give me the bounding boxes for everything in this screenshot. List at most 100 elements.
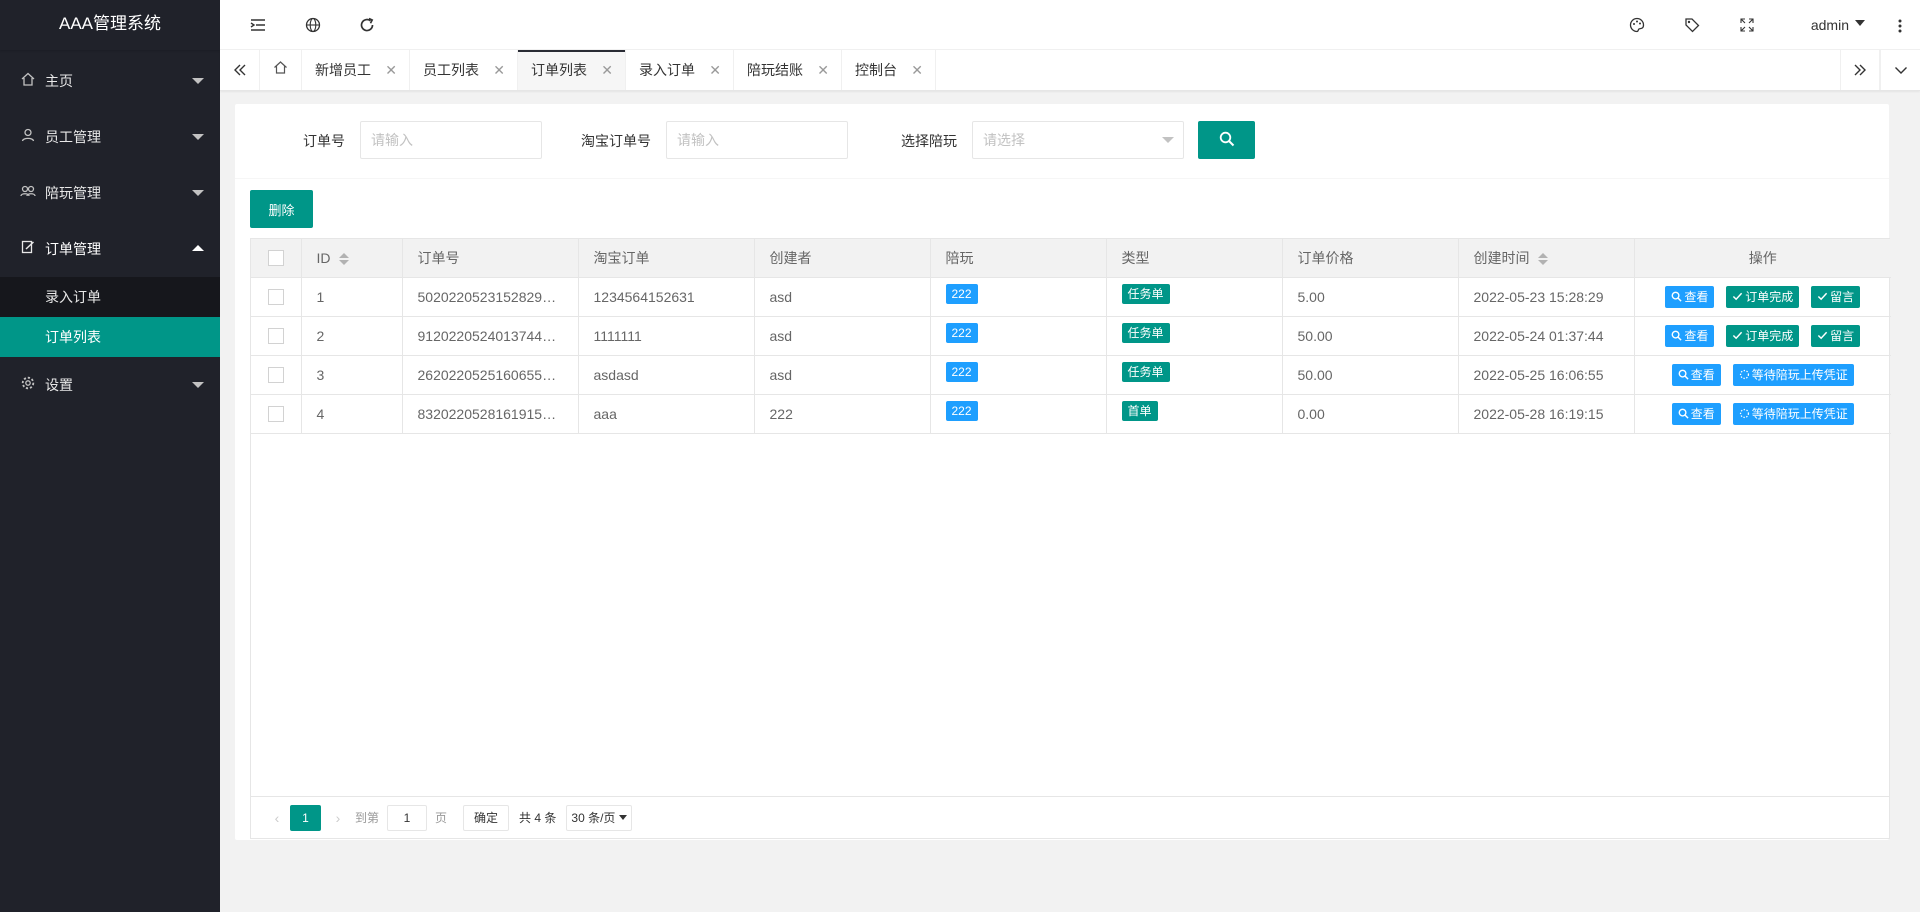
top-header: admin: [220, 0, 1920, 50]
page-size-value: 30 条/页: [571, 810, 616, 825]
sidebar-item-label: 设置: [45, 377, 73, 393]
taobao-order-input[interactable]: [666, 121, 848, 159]
cell-price: 0.00: [1282, 394, 1459, 434]
await-proof-button[interactable]: 等待陪玩上传凭证: [1732, 363, 1854, 386]
column-header-created[interactable]: 创建时间: [1458, 239, 1635, 278]
column-header-player: 陪玩: [930, 239, 1107, 278]
player-select[interactable]: [972, 121, 1184, 159]
sidebar-item-home[interactable]: 主页: [0, 53, 220, 109]
tag-icon[interactable]: [1667, 0, 1717, 50]
refresh-icon[interactable]: [342, 0, 392, 50]
cell-type: 任务单: [1106, 355, 1283, 395]
cell-price: 50.00: [1282, 355, 1459, 395]
page-size-select[interactable]: 30 条/页: [566, 804, 633, 831]
cell-id: 4: [301, 394, 403, 434]
user-menu[interactable]: admin: [1811, 0, 1865, 50]
cell-id: 1: [301, 277, 403, 317]
sidebar-item-orders[interactable]: 订单管理: [0, 221, 220, 277]
close-icon[interactable]: ✕: [817, 50, 829, 90]
complete-order-button[interactable]: 订单完成: [1726, 285, 1800, 308]
sidebar-item-staff[interactable]: 员工管理: [0, 109, 220, 165]
cell-id: 3: [301, 355, 403, 395]
view-button[interactable]: 查看: [1671, 402, 1721, 425]
tab-label: 员工列表: [423, 62, 479, 78]
cell-player: 222: [930, 355, 1107, 395]
await-proof-button[interactable]: 等待陪玩上传凭证: [1732, 402, 1854, 425]
button-label: 查看: [1684, 329, 1709, 343]
row-checkbox[interactable]: [267, 328, 284, 345]
cell-order-no: 5020220523152829…: [402, 277, 579, 317]
select-arrow-icon: [1162, 137, 1174, 143]
column-header-type: 类型: [1106, 239, 1283, 278]
sidebar-subitem-order-list[interactable]: 订单列表: [0, 317, 220, 357]
type-badge: 任务单: [1121, 361, 1170, 382]
close-icon[interactable]: ✕: [911, 50, 923, 90]
message-button[interactable]: 留言: [1811, 324, 1861, 347]
tab-order-list[interactable]: 订单列表 ✕: [518, 50, 626, 90]
cell-id: 2: [301, 316, 403, 356]
order-no-label: 订单号: [303, 133, 345, 149]
sidebar-item-label: 陪玩管理: [45, 185, 101, 201]
chevron-down-icon: [192, 190, 204, 196]
tab-player-settlement[interactable]: 陪玩结账 ✕: [734, 50, 842, 90]
more-vertical-icon[interactable]: [1898, 0, 1902, 50]
goto-page-input[interactable]: [387, 804, 428, 831]
sort-icon[interactable]: [1537, 253, 1548, 266]
table-row: 4 8320220528161915… aaa 222 222 首单 0.00 …: [251, 394, 1891, 434]
close-icon[interactable]: ✕: [493, 50, 505, 90]
fullscreen-icon[interactable]: [1722, 0, 1772, 50]
table-row: 2 9120220524013744… 1111111 asd 222 任务单 …: [251, 316, 1891, 356]
button-label: 留言: [1830, 329, 1855, 343]
select-all-cell: [251, 239, 302, 278]
close-icon[interactable]: ✕: [385, 50, 397, 90]
prev-page-icon[interactable]: ‹: [266, 810, 288, 826]
cell-type: 任务单: [1106, 316, 1283, 356]
goto-confirm-button[interactable]: 确定: [463, 804, 510, 831]
order-table: ID 订单号 淘宝订单 创建者 陪玩 类型 订单价格 创建时间 操作 1 502…: [250, 238, 1891, 839]
close-icon[interactable]: ✕: [709, 50, 721, 90]
sidebar-item-players[interactable]: 陪玩管理: [0, 165, 220, 221]
cell-order-no: 2620220525160655…: [402, 355, 579, 395]
button-label: 留言: [1830, 290, 1855, 304]
search-button[interactable]: [1198, 121, 1255, 159]
player-badge: 222: [945, 322, 978, 343]
sidebar-subitem-add-order[interactable]: 录入订单: [0, 277, 220, 317]
tab-home[interactable]: [260, 50, 302, 90]
next-page-icon[interactable]: ›: [327, 810, 349, 826]
user-icon: [20, 109, 36, 165]
tab-staff-list[interactable]: 员工列表 ✕: [410, 50, 518, 90]
cell-actions: 查看 等待陪玩上传凭证: [1634, 355, 1891, 395]
row-checkbox[interactable]: [267, 289, 284, 306]
order-no-input[interactable]: [360, 121, 542, 159]
complete-order-button[interactable]: 订单完成: [1726, 324, 1800, 347]
delete-button[interactable]: 删除: [250, 190, 313, 228]
sort-icon[interactable]: [338, 253, 349, 266]
row-checkbox[interactable]: [267, 367, 284, 384]
search-icon: [1678, 369, 1689, 380]
tab-add-order[interactable]: 录入订单 ✕: [626, 50, 734, 90]
cell-price: 50.00: [1282, 316, 1459, 356]
view-button[interactable]: 查看: [1665, 324, 1715, 347]
player-select-label: 选择陪玩: [901, 133, 957, 149]
globe-icon[interactable]: [288, 0, 338, 50]
search-icon: [1219, 131, 1235, 150]
message-button[interactable]: 留言: [1811, 285, 1861, 308]
user-name: admin: [1810, 17, 1849, 33]
tab-list: 新增员工 ✕ 员工列表 ✕ 订单列表 ✕ 录入订单 ✕ 陪玩结账 ✕ 控制台 ✕: [260, 50, 936, 90]
type-badge: 任务单: [1121, 322, 1170, 343]
row-checkbox[interactable]: [267, 406, 284, 423]
sidebar-item-settings[interactable]: 设置: [0, 357, 220, 413]
palette-icon[interactable]: [1612, 0, 1662, 50]
close-icon[interactable]: ✕: [601, 50, 613, 90]
tab-console[interactable]: 控制台 ✕: [842, 50, 936, 90]
tab-add-staff[interactable]: 新增员工 ✕: [302, 50, 410, 90]
tabs-scroll-left-icon[interactable]: [220, 50, 260, 90]
page-number-current[interactable]: 1: [290, 804, 321, 831]
tabs-scroll-right-icon[interactable]: [1840, 50, 1880, 90]
view-button[interactable]: 查看: [1671, 363, 1721, 386]
select-all-checkbox[interactable]: [267, 250, 284, 267]
view-button[interactable]: 查看: [1665, 285, 1715, 308]
menu-fold-icon[interactable]: [233, 0, 283, 50]
column-header-id[interactable]: ID: [301, 239, 403, 278]
tabs-menu-chevron-down-icon[interactable]: [1880, 50, 1920, 90]
